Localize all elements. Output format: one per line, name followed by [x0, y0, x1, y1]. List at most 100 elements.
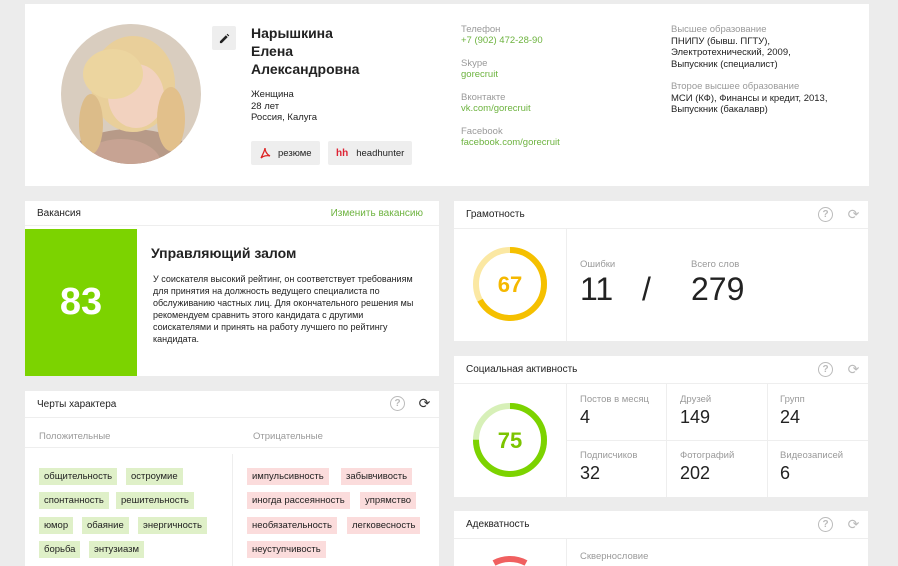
positive-trait: борьба — [39, 541, 81, 558]
higher-edu-line: Выпускник (специалист) — [671, 58, 778, 70]
negative-label: Отрицательные — [253, 431, 323, 442]
card-title: Адекватность — [466, 519, 530, 530]
second-edu-line: МСИ (КФ), Финансы и кредит, 2013, — [671, 92, 828, 104]
skype-link[interactable]: gorecruit — [461, 69, 560, 80]
positive-trait: спонтанность — [39, 492, 109, 509]
contacts: Телефон +7 (902) 472-28-90 Skype gorecru… — [461, 24, 560, 160]
vk-label: Вконтакте — [461, 92, 506, 103]
negative-trait: неуступчивость — [247, 541, 326, 558]
errors-separator: / — [642, 271, 651, 307]
candidate-info: Женщина 28 лет Россия, Калуга — [251, 89, 317, 124]
adequacy-header: Адекватность — [454, 511, 868, 539]
videos-label: Видеозаписей — [780, 450, 844, 461]
education: Высшее образование ПНИПУ (бывш. ПГТУ), Э… — [671, 24, 861, 116]
card-title: Вакансия — [37, 207, 81, 219]
literacy-score-ring: 67 — [473, 247, 547, 321]
divider — [232, 454, 233, 566]
social-header: Социальная активность — [454, 356, 868, 384]
skype-label: Skype — [461, 58, 488, 69]
resume-label: резюме — [278, 147, 312, 159]
divider — [566, 229, 567, 341]
headhunter-icon: hh — [336, 147, 349, 159]
social-score-ring: 75 — [473, 403, 547, 477]
literacy-header: Грамотность — [454, 201, 868, 229]
videos-value: 6 — [780, 463, 791, 483]
pencil-icon — [219, 33, 229, 43]
negative-trait: забывчивость — [341, 468, 413, 485]
refresh-icon[interactable]: ⟳ — [846, 516, 861, 532]
facebook-link[interactable]: facebook.com/gorecruit — [461, 137, 560, 148]
posts-label: Постов в месяц — [580, 394, 649, 405]
refresh-icon[interactable]: ⟳ — [846, 361, 861, 377]
groups-value: 24 — [780, 407, 801, 427]
negative-trait: легковесность — [347, 517, 421, 534]
name-line: Александровна — [251, 61, 360, 77]
help-icon[interactable]: ? — [818, 517, 833, 532]
negative-trait: упрямство — [360, 492, 417, 509]
negative-trait: импульсивность — [247, 468, 329, 485]
name-line: Елена — [251, 43, 294, 59]
posts-value: 4 — [580, 407, 591, 427]
higher-edu-line: ПНИПУ (бывш. ПГТУ), — [671, 35, 771, 47]
candidate-name: Нарышкина Елена Александровна — [251, 24, 359, 78]
subscribers-label: Подписчиков — [580, 450, 638, 461]
age: 28 лет — [251, 100, 280, 112]
adequacy-score-ring — [492, 556, 528, 566]
vk-link[interactable]: vk.com/gorecruit — [461, 103, 560, 114]
positive-trait: энергичность — [138, 517, 207, 534]
words-value: 279 — [691, 271, 745, 307]
profile-card: Нарышкина Елена Александровна Женщина 28… — [25, 4, 869, 186]
name-line: Нарышкина — [251, 25, 333, 41]
refresh-icon[interactable]: ⟳ — [417, 395, 432, 411]
vacancy-description: У соискателя высокий рейтинг, он соответ… — [153, 274, 414, 344]
photos-value: 202 — [680, 463, 711, 483]
divider — [25, 447, 439, 448]
divider — [566, 539, 567, 566]
edit-button[interactable] — [212, 26, 236, 50]
groups-label: Групп — [780, 394, 805, 405]
traits-header: Черты характера — [25, 391, 439, 418]
positive-label: Положительные — [39, 431, 111, 442]
pdf-icon — [260, 147, 271, 159]
negative-trait: иногда рассеянность — [247, 492, 350, 509]
score-arc — [492, 556, 528, 566]
card-title: Социальная активность — [466, 364, 578, 375]
headhunter-label: headhunter — [356, 147, 405, 159]
negative-trait: необязательность — [247, 517, 337, 534]
positive-trait: юмор — [39, 517, 74, 534]
positive-trait: обаяние — [82, 517, 129, 534]
resume-button[interactable]: резюме — [251, 141, 320, 165]
headhunter-button[interactable]: hh headhunter — [328, 141, 413, 165]
errors-value: 11 — [580, 271, 614, 307]
help-icon[interactable]: ? — [818, 207, 833, 222]
friends-label: Друзей — [680, 394, 712, 405]
traits-card: Черты характера ? ⟳ Положительные Отрица… — [25, 391, 439, 566]
social-score: 75 — [498, 428, 522, 453]
location: Россия, Калуга — [251, 112, 318, 123]
literacy-card: Грамотность ? ⟳ 67 Ошибки 11 / Всего сло… — [454, 201, 868, 341]
second-edu-label: Второе высшее образование — [671, 81, 800, 92]
subscribers-value: 32 — [580, 463, 601, 483]
friends-value: 149 — [680, 407, 711, 427]
profanity-label: Сквернословие — [580, 551, 649, 562]
positive-trait: остроумие — [126, 468, 183, 485]
vacancy-score: 83 — [25, 229, 137, 376]
positive-trait: энтузиазм — [89, 541, 145, 558]
vacancy-title: Управляющий залом — [151, 245, 297, 261]
phone-link[interactable]: +7 (902) 472-28-90 — [461, 35, 560, 46]
phone-label: Телефон — [461, 24, 501, 35]
facebook-label: Facebook — [461, 126, 503, 137]
higher-edu-line: Электротехнический, 2009, — [671, 47, 791, 58]
help-icon[interactable]: ? — [390, 396, 405, 411]
change-vacancy-link[interactable]: Изменить вакансию — [331, 208, 423, 219]
refresh-icon[interactable]: ⟳ — [846, 206, 861, 222]
divider — [567, 440, 868, 441]
positive-trait: решительность — [116, 492, 194, 509]
gender: Женщина — [251, 89, 294, 100]
vacancy-card: Вакансия Изменить вакансию 83 Управляющи… — [25, 201, 439, 376]
higher-edu-label: Высшее образование — [671, 24, 767, 35]
second-edu-line: Выпускник (бакалавр) — [671, 104, 768, 115]
social-card: Социальная активность ? ⟳ 75 Постов в ме… — [454, 356, 868, 497]
help-icon[interactable]: ? — [818, 362, 833, 377]
positive-trait: общительность — [39, 468, 118, 485]
